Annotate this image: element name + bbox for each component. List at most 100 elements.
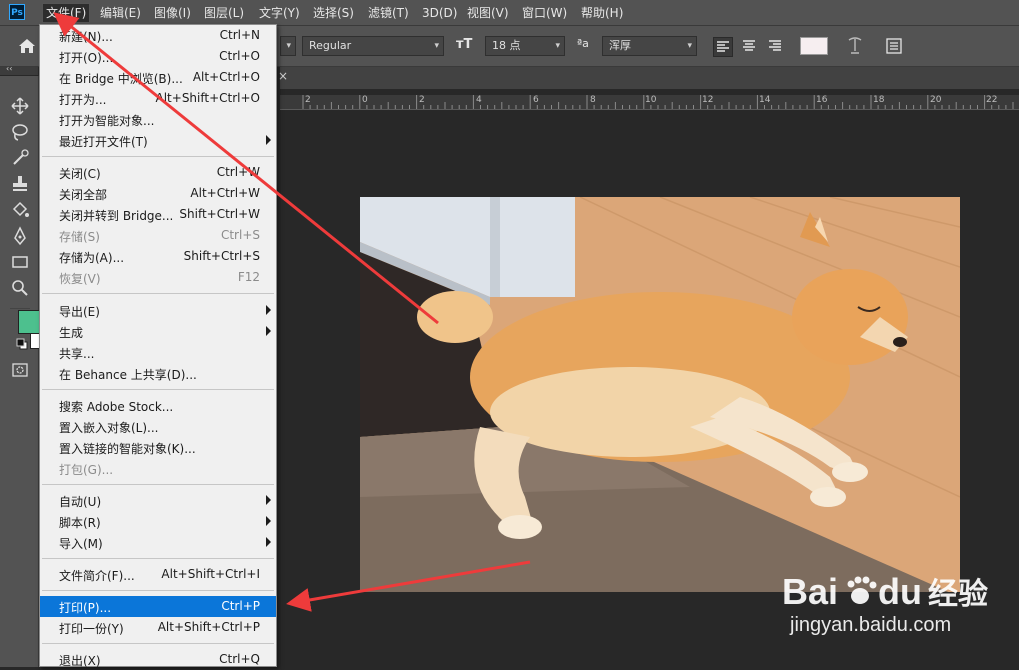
warp-text-icon[interactable] — [846, 36, 864, 56]
quick-mask-icon[interactable] — [12, 363, 28, 377]
document-tab-strip — [280, 67, 1019, 89]
align-right-icon[interactable] — [766, 37, 784, 55]
menu-item-open[interactable]: 打开(O)... Ctrl+O — [40, 46, 276, 67]
submenu-arrow-icon — [266, 135, 271, 145]
antialias-value: 浑厚 — [609, 39, 631, 52]
submenu-arrow-icon — [266, 326, 271, 336]
photoshop-logo: Ps — [9, 4, 25, 20]
canvas-image-sleeping-dog — [360, 197, 960, 592]
menu-separator — [42, 643, 274, 644]
menu-file[interactable]: 文件(F) — [42, 3, 91, 23]
submenu-arrow-icon — [266, 305, 271, 315]
baidu-jingyan-watermark: Bai du 经验 jingyan.baidu.com — [780, 562, 1012, 662]
chevron-down-icon: ▾ — [555, 41, 560, 51]
ruler-label: 4 — [476, 95, 482, 105]
quick-select-tool-icon[interactable] — [10, 148, 30, 168]
ruler-label: 14 — [759, 95, 771, 105]
text-color-swatch[interactable] — [800, 37, 828, 55]
ruler-label: 12 — [702, 95, 714, 105]
menu-item-place-linked[interactable]: 置入链接的智能对象(K)... — [40, 437, 276, 458]
paint-bucket-tool-icon[interactable] — [10, 200, 30, 220]
menu-item-search-adobe-stock[interactable]: 搜索 Adobe Stock... — [40, 395, 276, 416]
menu-item-file-info[interactable]: 文件简介(F)... Alt+Shift+Ctrl+I — [40, 564, 276, 585]
ruler-label: 10 — [645, 95, 657, 105]
font-size-value: 18 点 — [492, 39, 521, 52]
menu-item-import[interactable]: 导入(M) — [40, 532, 276, 553]
zoom-tool-icon[interactable] — [10, 278, 30, 298]
panel-collapse-strip[interactable]: ‹‹ — [0, 64, 38, 75]
menu-item-save-as[interactable]: 存储为(A)... Shift+Ctrl+S — [40, 246, 276, 267]
menu-item-save[interactable]: 存储(S) Ctrl+S — [40, 225, 276, 246]
menu-select[interactable]: 选择(S) — [313, 4, 354, 22]
collapse-arrows-icon[interactable]: ‹‹ — [6, 64, 12, 73]
ruler-label: 2 — [305, 95, 311, 105]
menu-separator — [42, 389, 274, 390]
character-panel-icon[interactable] — [885, 37, 903, 55]
menu-item-new[interactable]: 新建(N)... Ctrl+N — [40, 25, 276, 46]
chevron-down-icon: ▾ — [687, 41, 692, 51]
home-icon[interactable] — [18, 38, 36, 54]
menu-edit[interactable]: 编辑(E) — [100, 4, 141, 22]
stamp-tool-icon[interactable] — [10, 174, 30, 194]
antialias-dropdown[interactable]: 浑厚 ▾ — [602, 36, 697, 56]
menu-item-browse-in-bridge[interactable]: 在 Bridge 中浏览(B)... Alt+Ctrl+O — [40, 67, 276, 88]
menu-window[interactable]: 窗口(W) — [522, 4, 567, 22]
move-tool-icon[interactable] — [10, 96, 30, 116]
menu-item-generate[interactable]: 生成 — [40, 321, 276, 342]
ruler-label: 22 — [986, 95, 998, 105]
menu-item-scripts[interactable]: 脚本(R) — [40, 511, 276, 532]
ruler-label: 18 — [873, 95, 885, 105]
ruler-label: 6 — [533, 95, 539, 105]
align-left-icon[interactable] — [713, 37, 733, 57]
align-center-icon[interactable] — [740, 37, 758, 55]
menu-item-share-on-behance[interactable]: 在 Behance 上共享(D)... — [40, 363, 276, 384]
menu-3d[interactable]: 3D(D) — [422, 4, 457, 22]
default-colors-icon[interactable] — [16, 338, 28, 350]
lasso-tool-icon[interactable] — [10, 122, 30, 142]
watermark-url: jingyan.baidu.com — [790, 614, 952, 636]
menu-view[interactable]: 视图(V) — [467, 4, 509, 22]
menu-image[interactable]: 图像(I) — [154, 4, 191, 22]
menu-item-export[interactable]: 导出(E) — [40, 300, 276, 321]
menu-item-package[interactable]: 打包(G)... — [40, 458, 276, 479]
menu-item-print-one-copy[interactable]: 打印一份(Y) Alt+Shift+Ctrl+P — [40, 617, 276, 638]
pen-tool-icon[interactable] — [10, 226, 30, 246]
menu-item-revert[interactable]: 恢复(V) F12 — [40, 267, 276, 288]
font-size-icon: ᴛT — [456, 37, 473, 52]
ruler-label: 16 — [816, 95, 828, 105]
menu-help[interactable]: 帮助(H) — [581, 4, 623, 22]
menu-item-open-recent[interactable]: 最近打开文件(T) — [40, 130, 276, 151]
antialias-icon: ªa — [577, 37, 589, 50]
chevron-down-icon: ▾ — [434, 41, 439, 51]
menu-item-close-and-go-to-bridge[interactable]: 关闭并转到 Bridge... Shift+Ctrl+W — [40, 204, 276, 225]
menu-item-automate[interactable]: 自动(U) — [40, 490, 276, 511]
menu-item-share[interactable]: 共享... — [40, 342, 276, 363]
horizontal-ruler: 2 0 2 4 6 8 10 12 14 16 18 20 22 — [280, 95, 1019, 110]
file-menu-dropdown: 新建(N)... Ctrl+N 打开(O)... Ctrl+O 在 Bridge 中… — [39, 24, 277, 668]
menu-filter[interactable]: 滤镜(T) — [368, 4, 409, 22]
menu-separator — [42, 156, 274, 157]
menu-separator — [42, 558, 274, 559]
menu-type[interactable]: 文字(Y) — [259, 4, 300, 22]
font-size-dropdown[interactable]: 18 点 ▾ — [485, 36, 565, 56]
font-style-value: Regular — [309, 39, 352, 52]
submenu-arrow-icon — [266, 516, 271, 526]
menu-item-open-as-smart-object[interactable]: 打开为智能对象... — [40, 109, 276, 130]
rectangle-tool-icon[interactable] — [10, 252, 30, 272]
menu-bar: Ps 文件(F) 编辑(E) 图像(I) 图层(L) 文字(Y) 选择(S) 滤… — [0, 0, 1019, 26]
menu-layer[interactable]: 图层(L) — [204, 4, 244, 22]
baidu-logo-icon: Bai du 经验 — [782, 571, 988, 612]
submenu-arrow-icon — [266, 495, 271, 505]
submenu-arrow-icon — [266, 537, 271, 547]
font-family-dropdown-tail[interactable]: ▾ — [280, 36, 296, 56]
menu-item-close[interactable]: 关闭(C) Ctrl+W — [40, 162, 276, 183]
ruler-label: 0 — [362, 95, 368, 105]
close-tab-icon[interactable]: × — [278, 69, 288, 83]
font-style-dropdown[interactable]: Regular ▾ — [302, 36, 444, 56]
menu-item-place-embedded[interactable]: 置入嵌入对象(L)... — [40, 416, 276, 437]
toolbar-divider — [10, 308, 30, 309]
menu-item-open-as[interactable]: 打开为... Alt+Shift+Ctrl+O — [40, 88, 276, 109]
menu-item-print[interactable]: 打印(P)... Ctrl+P — [40, 596, 276, 617]
ruler-label: 20 — [930, 95, 942, 105]
menu-item-close-all[interactable]: 关闭全部 Alt+Ctrl+W — [40, 183, 276, 204]
